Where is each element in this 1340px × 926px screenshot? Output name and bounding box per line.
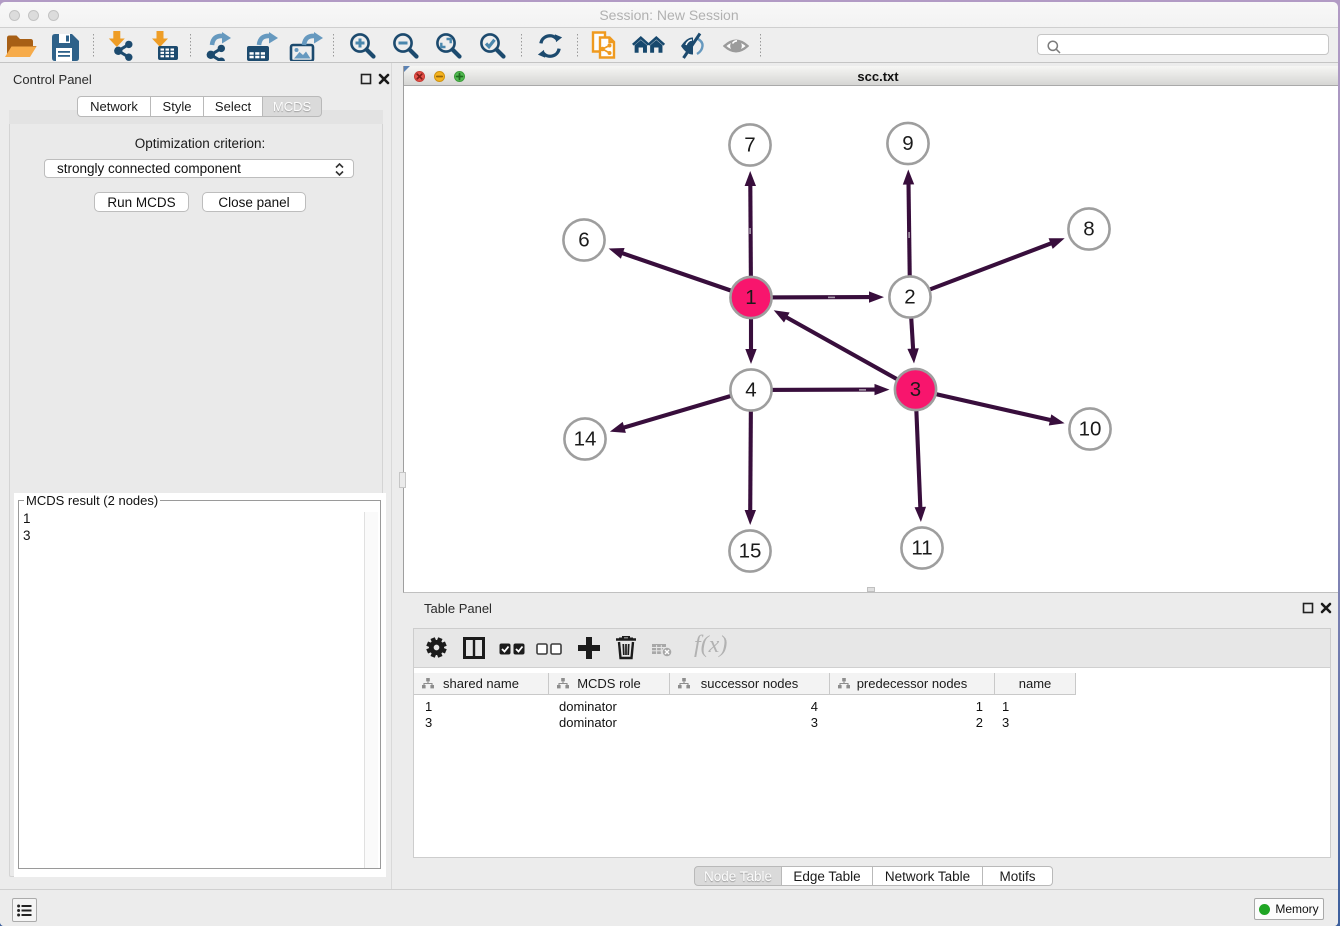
svg-text:1: 1: [745, 286, 756, 309]
svg-text:7: 7: [744, 134, 755, 157]
svg-text:8: 8: [1083, 218, 1094, 241]
svg-text:4: 4: [745, 379, 756, 402]
svg-text:2: 2: [904, 286, 915, 309]
svg-text:9: 9: [902, 132, 913, 155]
svg-text:3: 3: [910, 378, 921, 401]
svg-text:10: 10: [1079, 418, 1102, 441]
svg-text:6: 6: [578, 229, 589, 252]
svg-text:11: 11: [911, 537, 932, 560]
svg-text:14: 14: [574, 428, 597, 451]
svg-text:15: 15: [739, 540, 762, 563]
